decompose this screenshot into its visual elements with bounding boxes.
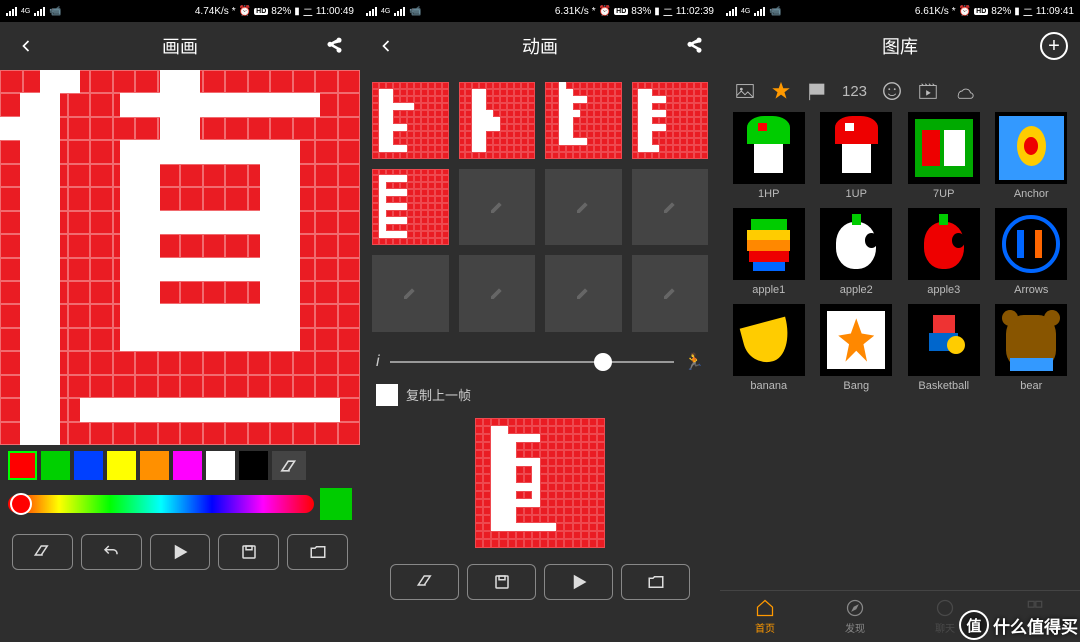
undo-button[interactable] [81, 534, 142, 570]
open-button[interactable] [621, 564, 690, 600]
category-tabs: 123 [720, 70, 1080, 112]
color-preview [320, 488, 352, 520]
play-button[interactable] [150, 534, 211, 570]
frame-5[interactable] [372, 169, 449, 246]
frame-empty-9[interactable] [372, 255, 449, 332]
gallery-item-arrows[interactable]: Arrows [993, 208, 1071, 296]
category-star[interactable] [770, 80, 792, 102]
category-video[interactable] [917, 80, 939, 102]
frame-empty-8[interactable] [632, 169, 709, 246]
frames-grid [360, 70, 720, 344]
frame-empty-7[interactable] [545, 169, 622, 246]
frame-empty-6[interactable] [459, 169, 536, 246]
color-section [0, 445, 360, 526]
clock-text: 11:00:49 [316, 6, 354, 17]
nav-home[interactable]: 首页 [720, 591, 810, 642]
pixel-canvas[interactable] [0, 70, 360, 445]
page-title: 画画 [40, 33, 320, 59]
category-emoji[interactable] [881, 80, 903, 102]
gallery-item-apple3[interactable]: apple3 [905, 208, 983, 296]
gallery-item-anchor[interactable]: Anchor [993, 112, 1071, 200]
frame-preview [475, 418, 605, 548]
category-image[interactable] [734, 80, 756, 102]
gallery-item-bear[interactable]: bear [993, 304, 1071, 392]
copy-prev-checkbox[interactable] [376, 384, 398, 406]
gallery-item-1hp[interactable]: 1HP [730, 112, 808, 200]
gallery-item-apple1[interactable]: apple1 [730, 208, 808, 296]
add-button[interactable]: + [1040, 32, 1068, 60]
grid-overlay [0, 70, 360, 445]
clear-button[interactable] [390, 564, 459, 600]
category-number[interactable]: 123 [842, 83, 867, 100]
color-swatch-green[interactable] [41, 451, 70, 480]
frame-1[interactable] [372, 82, 449, 159]
eraser-tool[interactable] [272, 451, 306, 480]
walk-icon: i [376, 353, 380, 371]
frame-4[interactable] [632, 82, 709, 159]
color-swatch-magenta[interactable] [173, 451, 202, 480]
page-title: 动画 [400, 33, 680, 59]
frame-2[interactable] [459, 82, 536, 159]
share-button[interactable] [680, 32, 708, 60]
drawing-panel: 4G 📹 4.74K/s * ⏰ HD 82% ▮ 二 11:00:49 画画 [0, 0, 360, 642]
gallery-item-basketball[interactable]: Basketball [905, 304, 983, 392]
copy-prev-label: 复制上一帧 [406, 385, 471, 404]
header: 画画 [0, 22, 360, 70]
hue-thumb[interactable] [10, 493, 32, 515]
frame-empty-10[interactable] [459, 255, 536, 332]
color-swatch-yellow[interactable] [107, 451, 136, 480]
animation-panel: 4G📹 6.31K/s*⏰ HD83%▮ 二11:02:39 动画 i 🏃 复制… [360, 0, 720, 642]
back-button[interactable] [372, 32, 400, 60]
color-swatch-orange[interactable] [140, 451, 169, 480]
speed-slider[interactable] [390, 361, 675, 363]
gallery-item-1up[interactable]: 1UP [818, 112, 896, 200]
open-button[interactable] [287, 534, 348, 570]
toolbar [0, 526, 360, 578]
gallery-panel: 4G📹 6.61K/s*⏰ HD82%▮ 二11:09:41 图库 + 123 … [720, 0, 1080, 642]
alarm-icon: ⏰ [239, 6, 251, 17]
watermark-text: 什么值得买 [993, 613, 1078, 638]
gallery-item-7up[interactable]: 7UP [905, 112, 983, 200]
status-bar: 4G 📹 4.74K/s * ⏰ HD 82% ▮ 二 11:00:49 [0, 0, 360, 22]
color-swatch-blue[interactable] [74, 451, 103, 480]
run-icon: 🏃 [684, 352, 704, 372]
status-bar: 4G📹 6.31K/s*⏰ HD83%▮ 二11:02:39 [360, 0, 720, 22]
nav-discover[interactable]: 发现 [810, 591, 900, 642]
watermark: 值 什么值得买 [959, 610, 1078, 640]
save-button[interactable] [467, 564, 536, 600]
play-button[interactable] [544, 564, 613, 600]
back-button[interactable] [12, 32, 40, 60]
slider-thumb[interactable] [594, 353, 612, 371]
frame-empty-11[interactable] [545, 255, 622, 332]
category-flag[interactable] [806, 80, 828, 102]
hd-badge: HD [254, 8, 268, 15]
speed-control: i 🏃 [360, 344, 720, 380]
status-bar: 4G📹 6.61K/s*⏰ HD82%▮ 二11:09:41 [720, 0, 1080, 22]
hue-slider[interactable] [8, 495, 314, 513]
color-palette [8, 451, 352, 480]
category-cloud[interactable] [953, 80, 975, 102]
color-swatch-red[interactable] [8, 451, 37, 480]
share-button[interactable] [320, 32, 348, 60]
bluetooth-icon: * [232, 6, 236, 17]
clear-button[interactable] [12, 534, 73, 570]
watermark-badge: 值 [959, 610, 989, 640]
frame-empty-12[interactable] [632, 255, 709, 332]
gallery-grid: 1HP 1UP 7UP Anchor apple1 apple2 apple3 … [720, 112, 1080, 590]
gallery-item-banana[interactable]: banana [730, 304, 808, 392]
battery-text: 82% [271, 6, 291, 17]
color-swatch-black[interactable] [239, 451, 268, 480]
page-title: 图库 [760, 33, 1040, 59]
network-speed: 4.74K/s [195, 6, 229, 17]
save-button[interactable] [218, 534, 279, 570]
color-swatch-white[interactable] [206, 451, 235, 480]
frame-3[interactable] [545, 82, 622, 159]
signal-icon [6, 7, 17, 16]
gallery-item-bang[interactable]: Bang [818, 304, 896, 392]
gallery-item-apple2[interactable]: apple2 [818, 208, 896, 296]
